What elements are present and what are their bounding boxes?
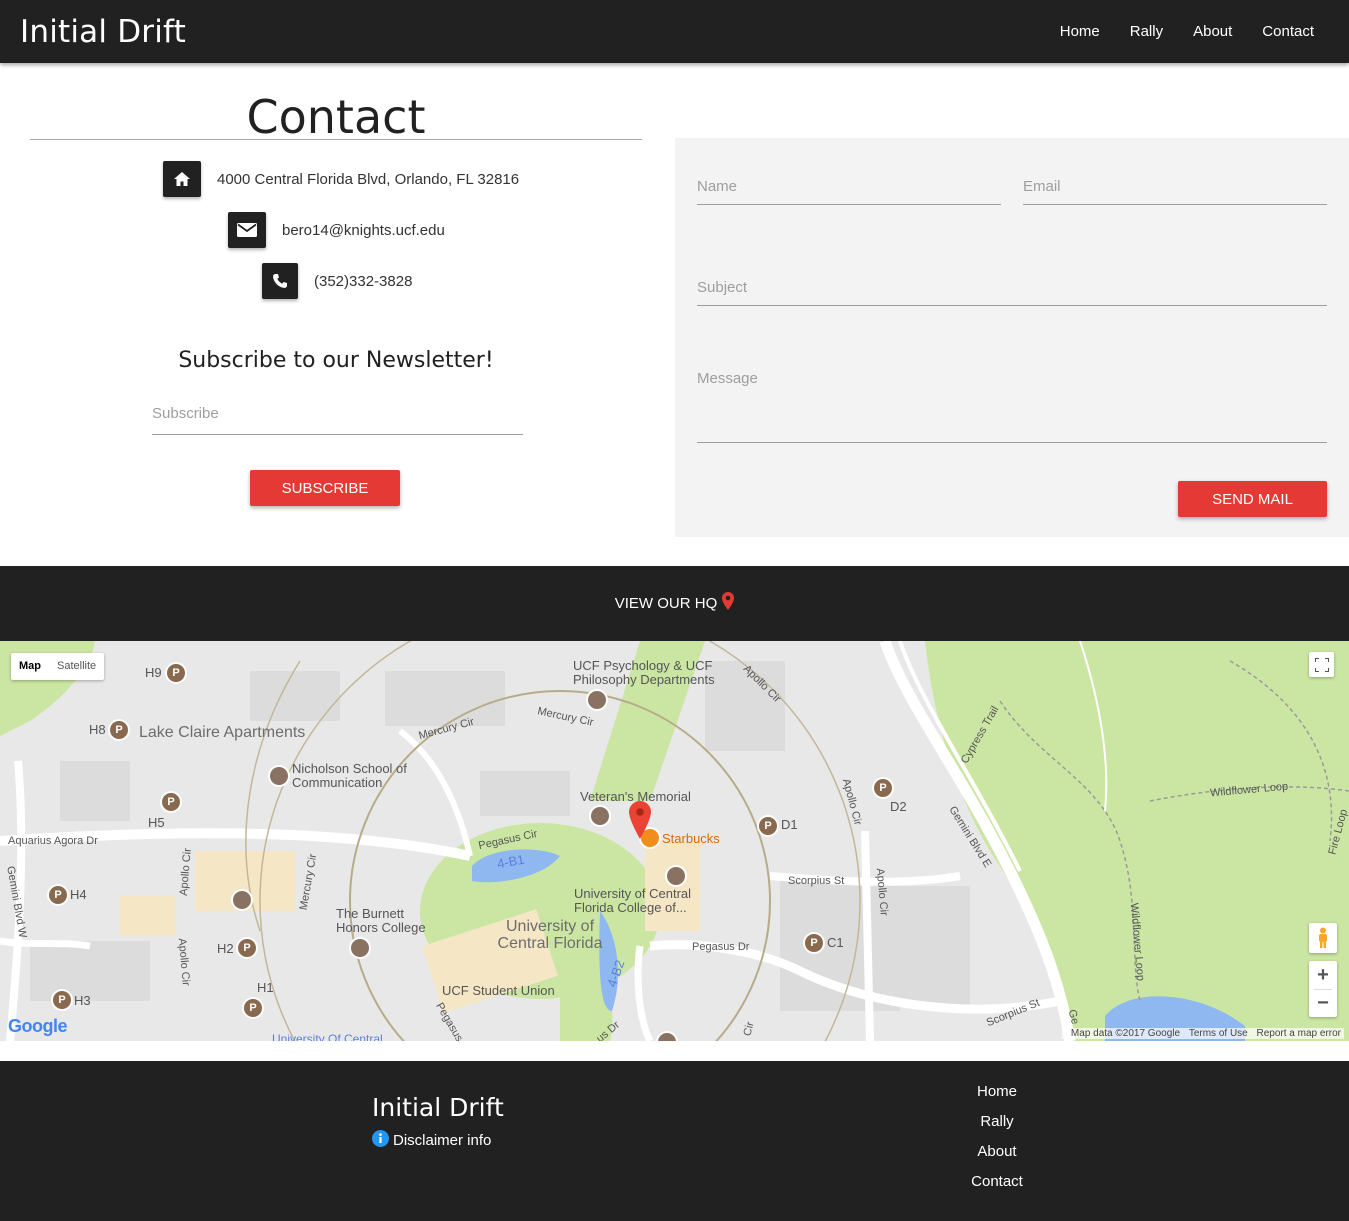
location-pin-icon[interactable] <box>629 801 651 844</box>
report-error-link[interactable]: Report a map error <box>1257 1028 1341 1039</box>
map-label: Nicholson School of Communication <box>292 761 407 790</box>
map-label: The Burnett Honors College <box>336 906 426 935</box>
phone-text[interactable]: (352)332-3828 <box>314 273 412 290</box>
zoom-controls: + − <box>1309 961 1337 1017</box>
parking-label: H3 <box>74 993 91 1008</box>
home-icon <box>163 161 201 197</box>
nav-links: Home Rally About Contact <box>1045 0 1329 63</box>
school-icon[interactable] <box>270 767 288 785</box>
parking-label: H1 <box>257 980 274 995</box>
subscribe-input[interactable] <box>152 392 523 435</box>
school-icon[interactable] <box>351 939 369 957</box>
footer-links: Home Rally About Contact <box>947 1077 1047 1197</box>
map-road-label: Aquarius Agora Dr <box>8 835 98 847</box>
email-field[interactable] <box>1023 168 1327 205</box>
view-hq-label: VIEW OUR HQ <box>614 595 718 612</box>
parking-icon[interactable]: P <box>238 939 256 957</box>
school-icon[interactable] <box>233 891 251 909</box>
footer-link-rally[interactable]: Rally <box>947 1107 1047 1137</box>
map-data-text: Map data ©2017 Google <box>1070 1028 1181 1039</box>
subject-field[interactable] <box>697 269 1327 306</box>
map-label: University Of Central <box>272 1032 383 1041</box>
map-road-label: Scorpius St <box>788 875 845 887</box>
email-text[interactable]: bero14@knights.ucf.edu <box>282 222 445 239</box>
parking-icon[interactable]: P <box>805 934 823 952</box>
map-label: UCF Student Union <box>442 983 555 998</box>
parking-icon[interactable]: P <box>110 721 128 739</box>
parking-icon[interactable]: P <box>244 999 262 1017</box>
parking-label: H4 <box>70 887 87 902</box>
footer-link-about[interactable]: About <box>947 1137 1047 1167</box>
parking-icon[interactable]: P <box>49 886 67 904</box>
google-logo[interactable]: Google <box>8 1016 68 1037</box>
zoom-out-button[interactable]: − <box>1317 990 1329 1017</box>
view-hq-bar[interactable]: VIEW OUR HQ <box>0 566 1349 641</box>
email-row: bero14@knights.ucf.edu <box>228 212 445 248</box>
school-icon[interactable] <box>667 867 685 885</box>
parking-label: D1 <box>781 817 798 832</box>
footer: Initial Drift Disclaimer info Home Rally… <box>0 1061 1349 1221</box>
parking-label: C1 <box>827 935 844 950</box>
contact-form: SEND MAIL <box>675 138 1349 537</box>
footer-brand: Initial Drift <box>372 1093 504 1122</box>
terms-link[interactable]: Terms of Use <box>1189 1028 1248 1039</box>
parking-icon[interactable]: P <box>874 779 892 797</box>
message-field[interactable] <box>697 370 1327 443</box>
map-label: University of Central Florida <box>497 918 603 952</box>
brand-logo[interactable]: Initial Drift <box>20 14 186 50</box>
parking-icon[interactable]: P <box>53 991 71 1009</box>
parking-label: H8 <box>89 722 106 737</box>
nav-link-contact[interactable]: Contact <box>1247 23 1329 40</box>
parking-icon[interactable]: P <box>167 664 185 682</box>
map-attribution: Map data ©2017 Google Terms of Use Repor… <box>1061 1028 1344 1039</box>
map-label: University of Central Florida College of… <box>574 886 692 915</box>
address-row: 4000 Central Florida Blvd, Orlando, FL 3… <box>163 161 519 197</box>
parking-icon[interactable]: P <box>759 817 777 835</box>
monument-icon[interactable] <box>591 807 609 825</box>
newsletter-title: Subscribe to our Newsletter! <box>178 348 494 373</box>
address-text: 4000 Central Florida Blvd, Orlando, FL 3… <box>217 170 520 188</box>
title-divider <box>30 139 642 140</box>
nav-link-rally[interactable]: Rally <box>1115 23 1178 40</box>
map-road-label: Pegasus Dr <box>692 941 750 953</box>
map-type-map[interactable]: Map <box>11 653 49 680</box>
navbar: Initial Drift Home Rally About Contact <box>0 0 1349 63</box>
nav-link-about[interactable]: About <box>1178 23 1247 40</box>
page-title: Contact <box>246 90 426 144</box>
phone-row: (352)332-3828 <box>262 263 412 299</box>
send-mail-button[interactable]: SEND MAIL <box>1178 481 1327 517</box>
map-type-toggle: Map Satellite <box>11 653 105 680</box>
pegman-icon[interactable] <box>1309 923 1337 953</box>
parking-icon[interactable]: P <box>162 793 180 811</box>
zoom-in-button[interactable]: + <box>1317 961 1329 989</box>
disclaimer-text: Disclaimer info <box>393 1132 492 1149</box>
nav-link-home[interactable]: Home <box>1045 23 1115 40</box>
google-map[interactable]: Map Satellite Lake Claire Apartments Nic… <box>0 641 1349 1041</box>
footer-link-home[interactable]: Home <box>947 1077 1047 1107</box>
info-icon <box>372 1130 389 1151</box>
fullscreen-icon[interactable] <box>1309 652 1334 677</box>
school-icon[interactable] <box>588 691 606 709</box>
envelope-icon <box>228 212 266 248</box>
phone-icon <box>262 263 298 299</box>
name-field[interactable] <box>697 168 1001 205</box>
parking-label: D2 <box>890 799 907 814</box>
parking-label: H2 <box>217 941 234 956</box>
disclaimer-link[interactable]: Disclaimer info <box>372 1130 491 1151</box>
map-label: Lake Claire Apartments <box>139 724 306 741</box>
subscribe-button[interactable]: SUBSCRIBE <box>250 470 400 506</box>
map-label: Starbucks <box>662 831 720 846</box>
map-label: UCF Psychology & UCF Philosophy Departme… <box>573 658 715 687</box>
map-type-satellite[interactable]: Satellite <box>49 653 104 680</box>
footer-link-contact[interactable]: Contact <box>947 1167 1047 1197</box>
map-marker-icon <box>722 592 735 615</box>
parking-label: H9 <box>145 665 162 680</box>
parking-label: H5 <box>148 815 165 830</box>
